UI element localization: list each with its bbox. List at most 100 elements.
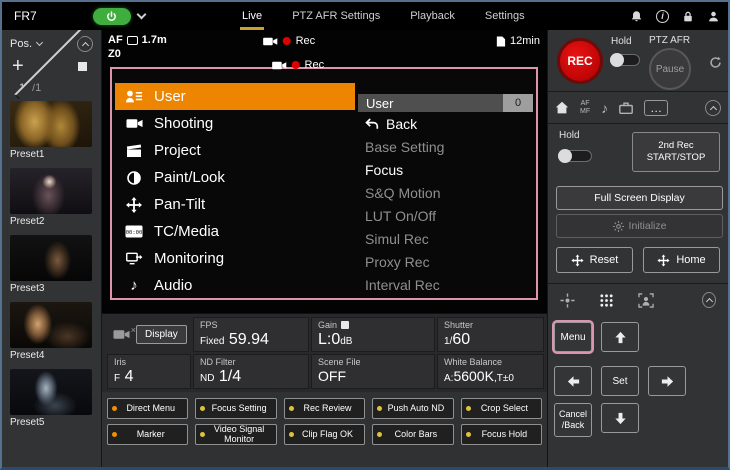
tab-live[interactable]: Live (240, 2, 264, 30)
menu-button[interactable]: Menu (554, 322, 592, 352)
power-button[interactable] (93, 8, 131, 25)
menu-category-paint-look[interactable]: Paint/Look (115, 164, 355, 191)
account-button[interactable] (707, 10, 720, 23)
menu-category-user[interactable]: User (115, 83, 355, 110)
menu-category-monitoring[interactable]: Monitoring (115, 245, 355, 272)
collapse-section-button[interactable] (705, 100, 721, 116)
add-preset-button[interactable]: + (12, 56, 24, 76)
iris-cell[interactable]: Iris F 4 (107, 354, 191, 389)
notifications-button[interactable] (630, 10, 643, 23)
preset-item-3[interactable]: Preset3 (10, 235, 101, 294)
assignable-button-marker[interactable]: Marker (107, 424, 188, 445)
submenu-list: Back Base Setting Focus S&Q Motion LUT O (358, 112, 533, 296)
preset-thumbnail[interactable] (10, 168, 92, 214)
assignable-button-rec-review[interactable]: Rec Review (284, 398, 365, 419)
preset-item-2[interactable]: Preset2 (10, 168, 101, 227)
second-rec-start-stop-button[interactable]: 2nd Rec START/STOP (632, 132, 720, 172)
preset-thumbnail[interactable] (10, 302, 92, 348)
menu-category-list: User Shooting Project (115, 83, 355, 295)
assignable-button-clip-flag-ok[interactable]: Clip Flag OK (284, 424, 365, 445)
lock-button[interactable] (682, 10, 694, 23)
menu-category-project[interactable]: Project (115, 137, 355, 164)
submenu-item-focus[interactable]: Focus (358, 158, 533, 181)
scene-file-cell[interactable]: Scene File OFF (311, 354, 435, 389)
left-arrow-button[interactable] (554, 366, 592, 396)
rec-hold-toggle[interactable] (610, 54, 640, 66)
nd-value: 1/4 (219, 368, 241, 385)
info-button[interactable]: i (656, 10, 669, 23)
briefcase-icon (619, 102, 633, 114)
menu-category-audio[interactable]: ♪ Audio (115, 272, 355, 299)
tab-home[interactable] (555, 101, 569, 114)
shutter-cell[interactable]: Shutter 1/60 (437, 317, 544, 352)
status-dot-icon (377, 432, 382, 437)
reset-label: Reset (590, 254, 619, 266)
pos-label[interactable]: Pos. (10, 38, 32, 50)
preset-thumbnail[interactable] (10, 101, 92, 147)
refresh-button[interactable] (709, 56, 722, 69)
preset-item-5[interactable]: Preset5 (10, 369, 101, 428)
assignable-button-video-signal-monitor[interactable]: Video Signal Monitor (195, 424, 276, 445)
iris-value: 4 (125, 368, 134, 385)
assignable-button-direct-menu[interactable]: Direct Menu (107, 398, 188, 419)
assignable-button-push-auto-nd[interactable]: Push Auto ND (372, 398, 453, 419)
assignable-button-crop-select[interactable]: Crop Select (461, 398, 542, 419)
gain-cell[interactable]: Gain L:0dB (311, 317, 435, 352)
nd-prefix: ND (200, 373, 214, 384)
rec-button[interactable]: REC (557, 38, 603, 84)
display-button[interactable]: Display (136, 325, 187, 344)
assignable-button-label: Direct Menu (126, 404, 175, 413)
preset-pagination: 1 /1 (2, 78, 101, 98)
menu-category-label: Monitoring (154, 250, 224, 267)
white-balance-label: White Balance (444, 357, 537, 367)
tab-briefcase[interactable] (619, 102, 633, 114)
tab-playback[interactable]: Playback (408, 2, 457, 30)
collapse-section-button[interactable] (702, 292, 716, 308)
paint-half-circle-icon (124, 171, 144, 185)
home-button[interactable]: Home (643, 247, 720, 273)
menu-category-label: Shooting (154, 115, 213, 132)
tab-ptz-afr-settings[interactable]: PTZ AFR Settings (290, 2, 382, 30)
menu-category-tc-media[interactable]: 00:00 TC/Media (115, 218, 355, 245)
pos-dropdown-chevron-icon[interactable] (36, 39, 43, 46)
assignable-button-focus-hold[interactable]: Focus Hold (461, 424, 542, 445)
preset-item-4[interactable]: Preset4 (10, 302, 101, 361)
menu-category-pan-tilt[interactable]: Pan-Tilt (115, 191, 355, 218)
tab-more[interactable]: … (644, 100, 668, 116)
svg-text:00:00: 00:00 (126, 230, 143, 236)
preset-thumbnail[interactable] (10, 235, 92, 281)
second-rec-hold-toggle[interactable] (558, 150, 592, 162)
fps-cell[interactable]: FPS Fixed 59.94 (193, 317, 309, 352)
preset-thumbnail[interactable] (10, 369, 92, 415)
white-balance-cell[interactable]: White Balance A:5600K,T±0 (437, 354, 544, 389)
preset-item-1[interactable]: Preset1 (10, 101, 101, 160)
tab-auto-framing[interactable] (638, 293, 654, 308)
tab-settings[interactable]: Settings (483, 2, 527, 30)
assignable-button-label: Clip Flag OK (302, 430, 353, 439)
tab-audio[interactable]: ♪ (601, 100, 608, 116)
assignable-button-label: Rec Review (304, 404, 352, 413)
tab-af-mf[interactable]: AFMF (580, 100, 590, 115)
submenu-item-back[interactable]: Back (358, 112, 533, 135)
submenu-item-label: LUT On/Off (365, 208, 436, 224)
assignable-button-color-bars[interactable]: Color Bars (372, 424, 453, 445)
down-arrow-button[interactable] (601, 403, 639, 433)
nd-filter-cell[interactable]: ND Filter ND 1/4 (193, 354, 309, 389)
reset-button[interactable]: Reset (556, 247, 633, 273)
full-screen-display-button[interactable]: Full Screen Display (556, 186, 723, 210)
tab-pan-tilt-pad[interactable] (560, 293, 575, 308)
menu-category-shooting[interactable]: Shooting (115, 110, 355, 137)
stop-button[interactable] (78, 62, 87, 71)
tab-label: Settings (485, 10, 525, 22)
gear-icon (613, 221, 624, 232)
pause-button[interactable]: Pause (649, 48, 691, 90)
set-button[interactable]: Set (601, 366, 639, 396)
power-menu-chevron-icon[interactable] (136, 10, 146, 20)
assignable-button-focus-setting[interactable]: Focus Setting (195, 398, 276, 419)
menu-category-label: TC/Media (154, 223, 219, 240)
tab-menu-pad[interactable] (599, 293, 614, 308)
cancel-back-button[interactable]: Cancel/Back (554, 403, 592, 437)
right-arrow-button[interactable] (648, 366, 686, 396)
up-arrow-button[interactable] (601, 322, 639, 352)
clapperboard-icon (124, 144, 144, 158)
